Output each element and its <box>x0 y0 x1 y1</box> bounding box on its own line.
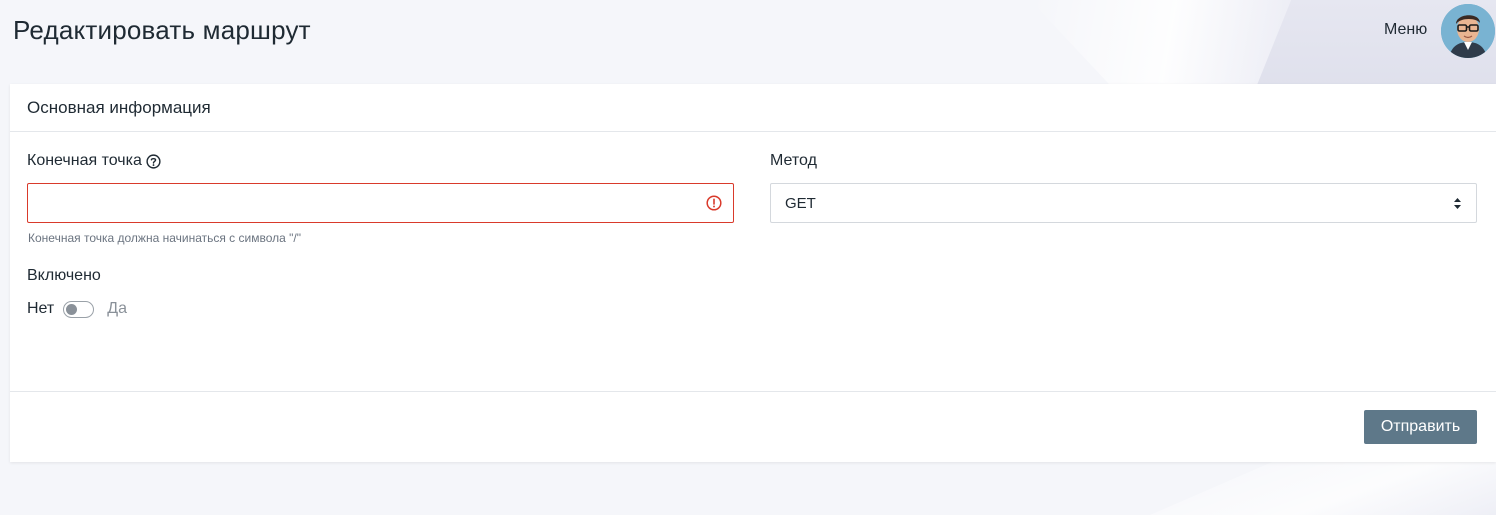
sort-arrows-icon <box>1454 197 1461 209</box>
enabled-switch[interactable] <box>63 300 95 318</box>
submit-button[interactable]: Отправить <box>1364 410 1477 444</box>
enabled-label: Включено <box>27 267 101 284</box>
user-avatar-icon <box>1441 4 1495 58</box>
switch-knob <box>66 303 78 315</box>
method-select[interactable]: GET <box>770 183 1477 223</box>
exclamation-circle-icon <box>706 195 722 211</box>
card-footer: Отправить <box>10 391 1496 462</box>
endpoint-hint: Конечная точка должна начинаться с симво… <box>28 231 301 245</box>
endpoint-label-text: Конечная точка <box>27 152 142 169</box>
toggle-off-label: Нет <box>27 300 55 317</box>
menu-button[interactable]: Меню <box>1384 21 1427 39</box>
background-decoration <box>1150 455 1496 515</box>
page-title: Редактировать маршрут <box>13 15 311 45</box>
endpoint-input[interactable] <box>27 183 734 223</box>
card-title: Основная информация <box>10 84 1496 132</box>
method-selected-value: GET <box>785 194 816 212</box>
enabled-toggle-row: Нет Да <box>27 300 127 318</box>
method-label: Метод <box>770 152 817 169</box>
main-info-card: Основная информация Конечная точка Конеч… <box>10 84 1496 462</box>
endpoint-label: Конечная точка <box>27 152 161 170</box>
question-circle-icon[interactable] <box>146 153 161 169</box>
toggle-on-label: Да <box>107 300 127 317</box>
avatar[interactable] <box>1441 4 1495 58</box>
